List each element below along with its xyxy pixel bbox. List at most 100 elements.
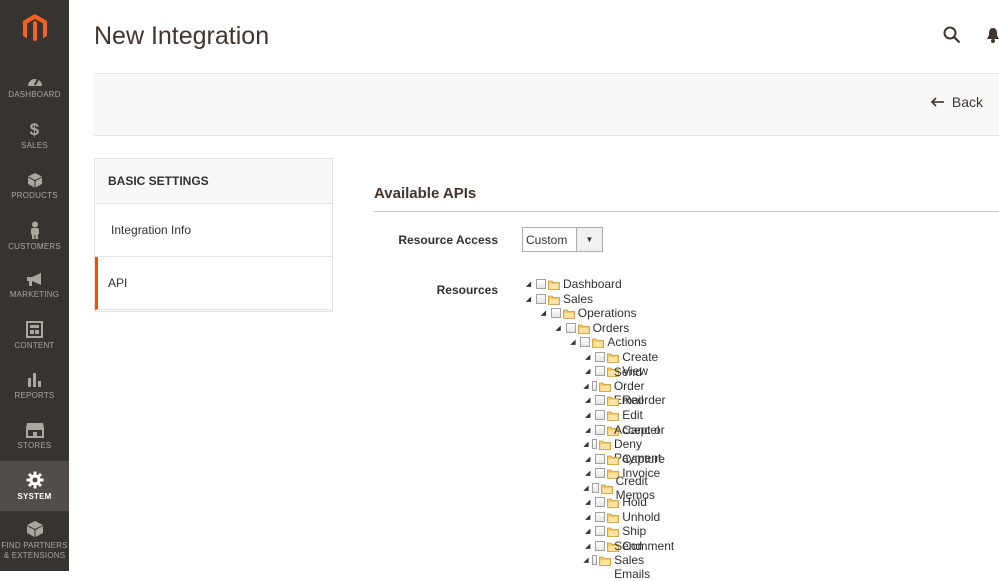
sidebar-item-content[interactable]: CONTENT — [0, 311, 69, 361]
tree-node[interactable]: ◢ Ship — [583, 524, 646, 538]
section-title: Available APIs — [374, 185, 477, 202]
expand-toggle-icon[interactable]: ◢ — [568, 338, 577, 346]
tab-integration-info[interactable]: Integration Info — [95, 204, 332, 257]
sidebar-item-stores[interactable]: STORES — [0, 411, 69, 461]
bell-icon[interactable] — [987, 26, 999, 49]
resource-access-value: Custom — [526, 233, 568, 247]
tree-node-label: Dashboard — [563, 277, 622, 291]
folder-icon — [599, 439, 611, 450]
folder-icon — [607, 526, 620, 538]
expand-toggle-icon[interactable]: ◢ — [583, 353, 592, 361]
tree-checkbox[interactable] — [595, 351, 606, 362]
tree-checkbox[interactable] — [591, 380, 597, 391]
expand-toggle-icon[interactable]: ◢ — [554, 324, 563, 332]
tree-node[interactable]: ◢ Accept or Deny Payment — [583, 423, 669, 465]
folder-icon — [548, 279, 560, 290]
tree-node[interactable]: ◢ Dashboard — [524, 277, 622, 291]
expand-toggle-icon[interactable]: ◢ — [583, 426, 592, 434]
tree-node-label: Sales — [563, 291, 594, 306]
tree-node[interactable]: ◢ Orders — [554, 320, 630, 335]
tree-checkbox[interactable] — [591, 555, 598, 566]
expand-toggle-icon[interactable]: ◢ — [524, 280, 533, 288]
tree-node[interactable]: ◢ Edit — [583, 408, 643, 422]
sidebar-item-label: PRODUCTS — [11, 190, 58, 200]
folder-icon — [607, 352, 620, 363]
tree-checkbox[interactable] — [595, 497, 606, 508]
tree-node[interactable]: ◢ Actions — [568, 335, 647, 349]
tree-checkbox[interactable] — [595, 366, 606, 377]
tree-checkbox[interactable] — [565, 322, 576, 333]
resource-access-select[interactable]: Custom ▼ — [522, 227, 603, 252]
tree-checkbox[interactable] — [595, 511, 606, 522]
tree-checkbox[interactable] — [595, 526, 606, 537]
tree-node-label: Create — [622, 349, 659, 364]
sidebar-item-marketing[interactable]: MARKETING — [0, 261, 69, 311]
tree-checkbox[interactable] — [580, 337, 591, 348]
tree-checkbox[interactable] — [550, 308, 561, 319]
tree-node-label: Ship — [622, 524, 647, 539]
tree-checkbox[interactable] — [595, 409, 606, 420]
back-button[interactable]: Back — [930, 94, 983, 110]
tree-checkbox[interactable] — [595, 424, 606, 435]
content-icon — [26, 321, 43, 338]
expand-toggle-icon[interactable]: ◢ — [539, 309, 548, 317]
tree-checkbox[interactable] — [591, 439, 597, 450]
tree-node[interactable]: ◢ Reorder — [583, 393, 666, 408]
expand-toggle-icon[interactable]: ◢ — [583, 396, 592, 404]
expand-toggle-icon[interactable]: ◢ — [583, 382, 588, 390]
expand-toggle-icon[interactable]: ◢ — [583, 527, 592, 535]
sidebar-item-system[interactable]: SYSTEM — [0, 461, 69, 511]
tree-node-label: Reorder — [622, 393, 666, 408]
tree-checkbox[interactable] — [595, 468, 606, 479]
expand-toggle-icon[interactable]: ◢ — [583, 440, 588, 448]
tree-node[interactable]: ◢ Credit Memos — [583, 474, 661, 502]
sidebar-item-label: REPORTS — [14, 390, 55, 400]
expand-toggle-icon[interactable]: ◢ — [583, 484, 589, 492]
expand-toggle-icon[interactable]: ◢ — [524, 295, 533, 303]
magento-logo[interactable] — [0, 0, 69, 55]
tree-node[interactable]: ◢ Send Order Email — [583, 365, 653, 407]
tree-checkbox[interactable] — [595, 540, 606, 551]
expand-toggle-icon[interactable]: ◢ — [583, 411, 592, 419]
tree-node-label: Capture — [622, 451, 665, 466]
sidebar-item-label: SYSTEM — [17, 491, 52, 501]
tab-api[interactable]: API — [95, 257, 332, 310]
tree-node[interactable]: ◢ Send Sales Emails — [583, 539, 658, 581]
tree-node[interactable]: ◢ Capture — [583, 452, 665, 466]
folder-icon — [592, 337, 605, 349]
tree-checkbox[interactable] — [595, 395, 606, 406]
sidebar-item-find-partners[interactable]: FIND PARTNERS & EXTENSIONS — [0, 514, 69, 566]
expand-toggle-icon[interactable]: ◢ — [583, 513, 592, 521]
search-icon[interactable] — [943, 26, 961, 49]
folder-icon — [607, 410, 620, 421]
sidebar-item-products[interactable]: PRODUCTS — [0, 161, 69, 211]
expand-toggle-icon[interactable]: ◢ — [583, 542, 592, 550]
expand-toggle-icon[interactable]: ◢ — [583, 469, 592, 477]
expand-toggle-icon[interactable]: ◢ — [583, 367, 592, 375]
megaphone-icon — [26, 273, 41, 286]
tree-checkbox[interactable] — [536, 293, 546, 304]
tree-node-label: Orders — [592, 320, 630, 335]
sidebar-item-customers[interactable]: CUSTOMERS — [0, 211, 69, 261]
store-icon — [25, 422, 44, 438]
tree-node[interactable]: ◢ Unhold — [583, 510, 660, 524]
tree-checkbox[interactable] — [591, 482, 599, 493]
expand-toggle-icon[interactable]: ◢ — [583, 498, 592, 506]
tree-checkbox[interactable] — [595, 453, 606, 464]
arrow-left-icon — [930, 97, 944, 107]
cubes-icon — [26, 520, 43, 537]
tree-node[interactable]: ◢ Operations — [539, 306, 637, 320]
sidebar-item-reports[interactable]: REPORTS — [0, 361, 69, 411]
expand-toggle-icon[interactable]: ◢ — [583, 556, 588, 564]
expand-toggle-icon[interactable]: ◢ — [583, 455, 592, 463]
dashboard-icon — [27, 78, 42, 86]
tree-node[interactable]: ◢ Create — [583, 350, 658, 364]
folder-icon — [598, 381, 611, 392]
dollar-icon: $ — [29, 119, 40, 139]
tree-checkbox[interactable] — [536, 279, 546, 289]
sidebar-item-dashboard[interactable]: DASHBOARD — [0, 61, 69, 111]
tree-node[interactable]: ◢ Sales — [524, 292, 593, 306]
tree-node-label: Unhold — [622, 509, 661, 524]
tree-node[interactable]: ◢ Hold — [583, 495, 647, 509]
sidebar-item-sales[interactable]: $ SALES — [0, 111, 69, 161]
